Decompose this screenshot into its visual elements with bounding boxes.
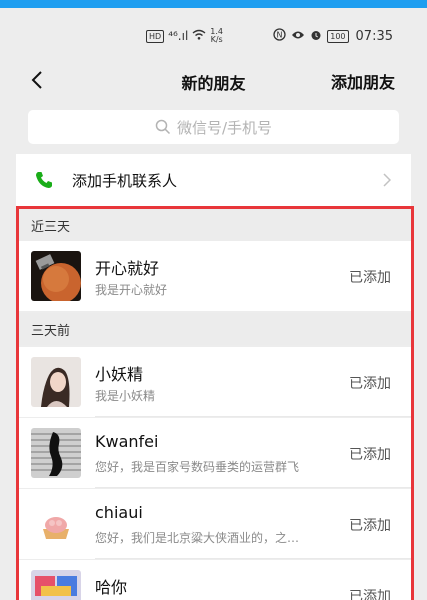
hd-badge: HD bbox=[146, 29, 165, 43]
chevron-left-icon bbox=[31, 71, 42, 89]
search-icon bbox=[155, 119, 170, 135]
signal-icon: ⁴⁶.ıl bbox=[168, 29, 189, 43]
highlight-box bbox=[16, 206, 414, 600]
status-bar: HD ⁴⁶.ıl 1.4 K/s N 100 07:35 bbox=[0, 26, 427, 52]
search-input[interactable]: 微信号/手机号 bbox=[28, 110, 399, 144]
network-speed: 1.4 K/s bbox=[210, 28, 223, 44]
wifi-icon bbox=[192, 29, 206, 43]
chevron-right-icon bbox=[383, 172, 392, 191]
add-friend-button[interactable]: 添加朋友 bbox=[331, 69, 395, 93]
battery-icon: 100 bbox=[327, 29, 349, 43]
eye-icon bbox=[291, 29, 305, 43]
phone-icon bbox=[34, 170, 54, 194]
add-phone-contacts-label: 添加手机联系人 bbox=[72, 172, 178, 190]
status-left-icons: HD ⁴⁶.ıl 1.4 K/s bbox=[146, 28, 223, 44]
screen: HD ⁴⁶.ıl 1.4 K/s N 100 07:35 新的朋友 添加朋友 微… bbox=[0, 0, 427, 600]
nfc-icon: N bbox=[273, 28, 286, 44]
top-accent-bar bbox=[0, 0, 427, 8]
nav-bar: 新的朋友 添加朋友 bbox=[0, 58, 427, 102]
back-button[interactable] bbox=[24, 66, 50, 94]
svg-text:N: N bbox=[277, 31, 283, 40]
add-phone-contacts-item[interactable]: 添加手机联系人 bbox=[16, 154, 411, 206]
speed-unit: K/s bbox=[210, 35, 223, 44]
search-placeholder: 微信号/手机号 bbox=[176, 118, 273, 137]
status-time: 07:35 bbox=[355, 28, 393, 44]
alarm-icon bbox=[310, 29, 322, 44]
status-right-icons: N 100 07:35 bbox=[273, 28, 393, 44]
